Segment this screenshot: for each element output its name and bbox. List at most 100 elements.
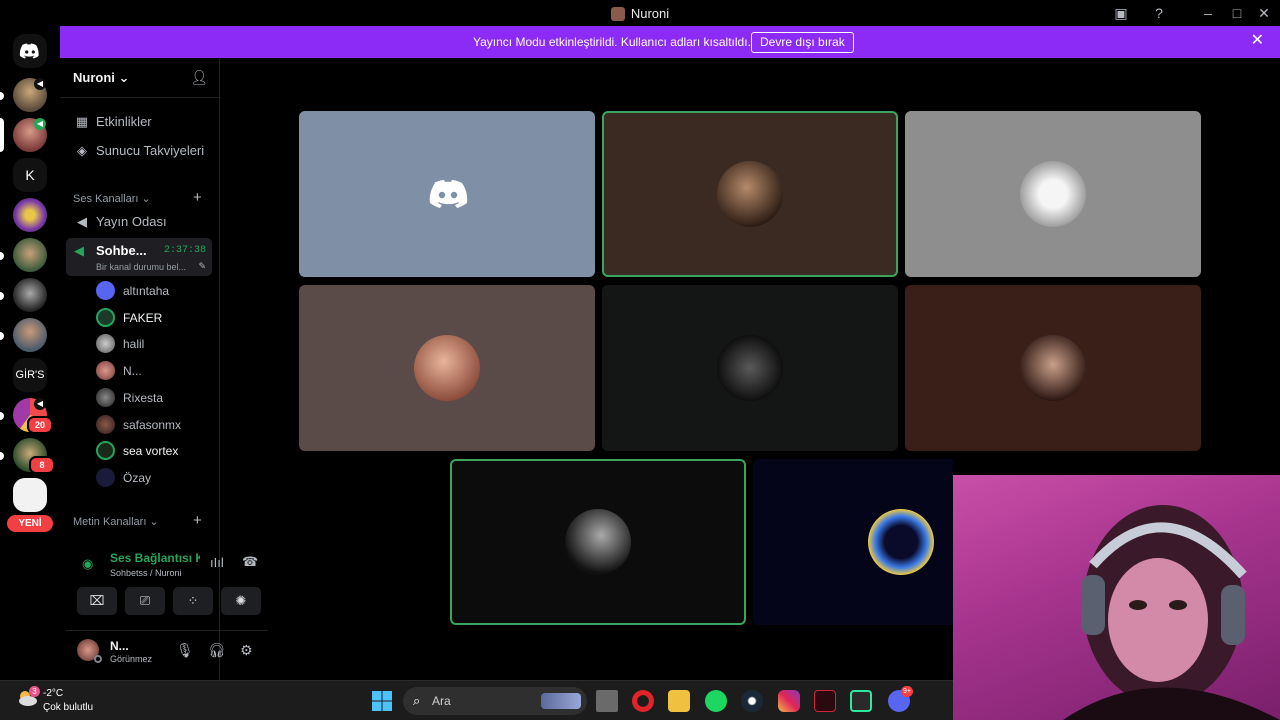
events-item[interactable]: ▦ Etkinlikler	[73, 114, 152, 134]
voice-channel-name: Sohbe...	[96, 243, 147, 258]
server-icon-k[interactable]: K	[13, 158, 47, 192]
server-icon-6[interactable]	[13, 318, 47, 352]
speaker-icon: ◀︎	[77, 214, 87, 229]
participant-avatar	[717, 161, 783, 227]
mention-badge: 20	[27, 416, 53, 434]
avatar	[96, 334, 115, 353]
avatar	[96, 468, 115, 487]
search-highlight-image	[541, 693, 581, 709]
camera-off-button[interactable]: ⌧	[77, 587, 117, 615]
settings-gear-icon[interactable]: ⚙	[240, 642, 253, 659]
instagram-icon[interactable]	[778, 690, 800, 712]
file-explorer-icon[interactable]	[668, 690, 690, 712]
close-banner-icon[interactable]: ✕	[1251, 33, 1264, 49]
headphones-icon[interactable]: 🎧︎	[208, 642, 226, 659]
voice-timer: 2:37:38	[163, 245, 206, 256]
invite-people-icon[interactable]: 👤︎	[190, 69, 208, 86]
title-avatar	[610, 7, 625, 21]
video-tile[interactable]	[602, 285, 898, 451]
add-channel-icon[interactable]: +	[193, 189, 202, 206]
task-view-icon[interactable]	[596, 690, 618, 712]
server-icon-5[interactable]	[13, 278, 47, 312]
text-channels-category[interactable]: Metin Kanalları ⌄ +	[73, 512, 202, 529]
opera-icon[interactable]	[632, 690, 654, 712]
participant-avatar	[717, 335, 783, 401]
voice-speaker-icon: ◀	[34, 78, 46, 90]
video-tile[interactable]	[299, 285, 595, 451]
voice-channels-category[interactable]: Ses Kanalları ⌄ +	[73, 189, 202, 206]
maximize-button[interactable]: □	[1227, 4, 1247, 22]
unread-pill	[0, 92, 4, 100]
inbox-icon[interactable]: ▣	[1111, 4, 1131, 22]
disable-streamer-mode-button[interactable]: Devre dışı bırak	[751, 32, 854, 53]
weather-condition: Çok bulutlu	[43, 702, 94, 713]
video-tile[interactable]	[753, 459, 953, 625]
connection-location[interactable]: Sohbetss / Nuroni	[110, 568, 182, 578]
search-icon: ⌕	[413, 693, 421, 708]
taskbar-search[interactable]: ⌕ Ara	[403, 687, 587, 715]
active-voice-channel[interactable]: ◀︎ Sohbe... 2:37:38 Bir kanal durumu bel…	[66, 238, 212, 276]
streamer-mode-banner: Yayıncı Modu etkinleştirildi. Kullanıcı …	[60, 26, 1280, 58]
disconnect-icon[interactable]: ☎	[242, 554, 258, 570]
spotify-icon[interactable]	[705, 690, 727, 712]
signal-icon[interactable]: ◉	[82, 556, 93, 572]
search-placeholder: Ara	[432, 694, 451, 708]
video-tile[interactable]	[905, 285, 1201, 451]
banner-message: Yayıncı Modu etkinleştirildi. Kullanıcı …	[473, 35, 751, 49]
active-voice-icon: ◀	[34, 118, 46, 130]
window-title: Nuroni	[0, 6, 1280, 21]
boost-icon: ◈	[77, 143, 87, 158]
close-window-button[interactable]: ✕	[1254, 4, 1274, 22]
server-icon-girs[interactable]: GİR'S	[13, 358, 47, 392]
avatar	[96, 281, 115, 300]
steam-icon[interactable]	[741, 690, 763, 712]
avatar	[96, 441, 115, 460]
voice-connection-panel: ◉ Ses Bağlantısı Kuruldu Sohbetss / Nuro…	[66, 543, 268, 623]
activities-button[interactable]: ⁘	[173, 587, 213, 615]
channel-yayin-odasi[interactable]: ◀︎ Yayın Odası	[73, 214, 167, 234]
help-icon[interactable]: ?	[1149, 4, 1169, 22]
unread-pill	[0, 412, 4, 420]
channel-sidebar: Nuroni ⌄ 👤︎ ▦ Etkinlikler ◈ Sunucu Takviye…	[60, 58, 268, 680]
temperature: -2°C	[43, 688, 64, 699]
unread-pill	[0, 332, 4, 340]
server-icon-4[interactable]	[13, 238, 47, 272]
noise-suppression-icon[interactable]: ıIıl	[210, 555, 224, 570]
guild-header[interactable]: Nuroni ⌄ 👤︎	[60, 58, 220, 98]
participant-avatar	[1020, 161, 1086, 227]
new-unreads-badge[interactable]: YENİ	[7, 515, 53, 532]
video-tile[interactable]	[602, 111, 898, 277]
discord-notification-badge: 9+	[901, 686, 913, 697]
screen-share-button[interactable]: ⎚	[125, 587, 165, 615]
participant-avatar	[414, 335, 480, 401]
status-indicator	[94, 655, 102, 663]
valorant-icon[interactable]	[814, 690, 836, 712]
guild-name: Nuroni ⌄	[73, 70, 130, 85]
video-tile[interactable]	[450, 459, 746, 625]
microphone-icon[interactable]: 🎙︎	[176, 642, 194, 659]
server-boosts-item[interactable]: ◈ Sunucu Takviyeleri	[73, 143, 204, 163]
unread-pill	[0, 292, 4, 300]
server-rail: ◀ ◀ K GİR'S ◀ 20 8 YENİ	[0, 26, 60, 680]
windows-start-icon[interactable]	[371, 690, 393, 712]
weather-badge: 3	[29, 686, 40, 697]
add-channel-icon[interactable]: +	[193, 512, 202, 529]
soundboard-button[interactable]: ✺	[221, 587, 261, 615]
avatar	[96, 308, 115, 327]
mention-badge: 8	[29, 456, 55, 474]
channel-status[interactable]: Bir kanal durumu bel...	[96, 262, 186, 272]
video-tile[interactable]	[905, 111, 1201, 277]
discord-home-icon[interactable]	[13, 34, 47, 68]
active-app-icon[interactable]	[850, 690, 872, 712]
voice-speaker-icon: ◀	[34, 398, 46, 410]
video-tile[interactable]	[299, 111, 595, 277]
edit-status-icon[interactable]: ✎	[198, 261, 206, 272]
server-icon-3[interactable]	[13, 198, 47, 232]
minimize-button[interactable]: –	[1198, 4, 1218, 22]
webcam-overlay	[953, 475, 1280, 720]
avatar	[96, 388, 115, 407]
selected-pill	[0, 118, 4, 152]
server-icon-9[interactable]	[13, 478, 47, 512]
unread-pill	[0, 452, 4, 460]
speaker-active-icon: ◀︎	[74, 243, 84, 258]
